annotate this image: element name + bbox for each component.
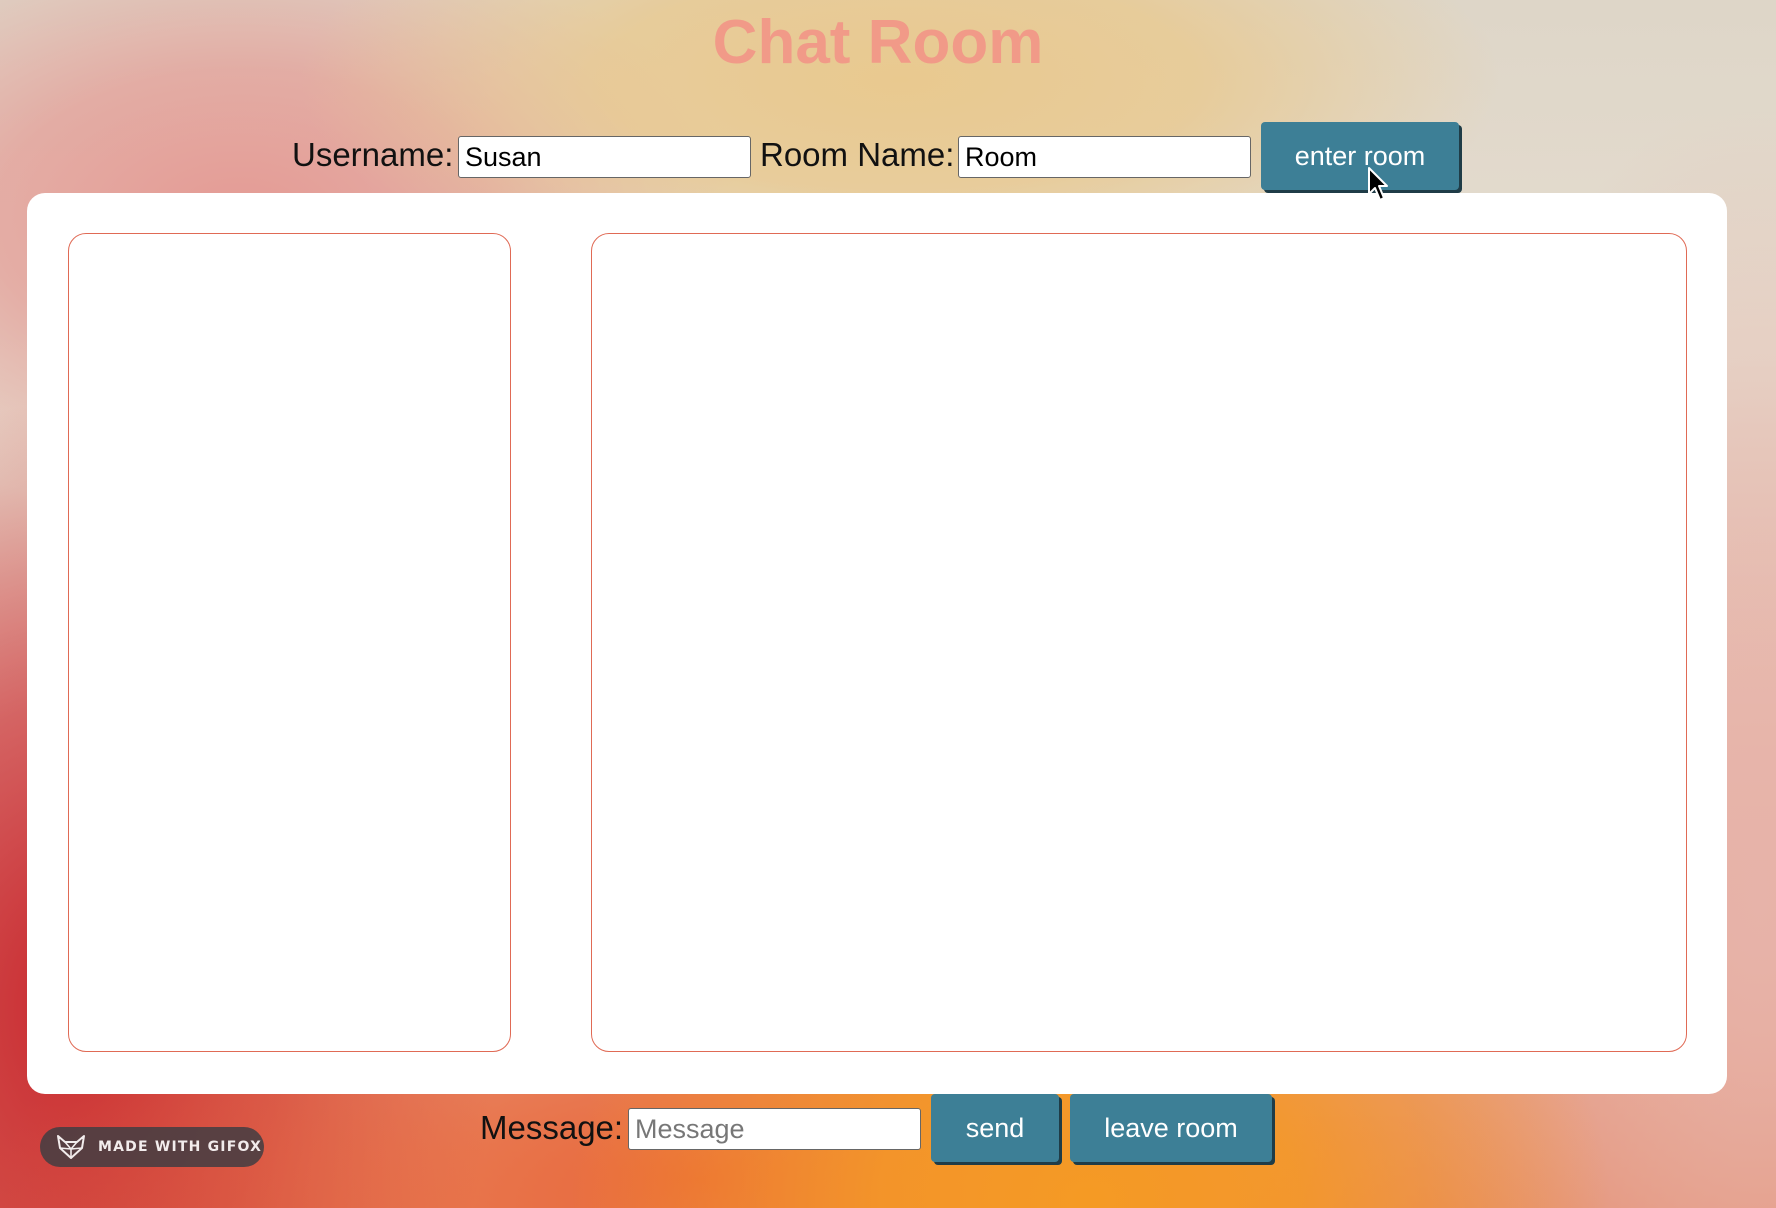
- mouse-cursor-icon: [1368, 167, 1388, 201]
- fox-logo-icon: [57, 1135, 85, 1159]
- enter-room-button[interactable]: enter room: [1261, 122, 1459, 190]
- room-name-label: Room Name:: [760, 136, 955, 173]
- leave-room-button[interactable]: leave room: [1070, 1094, 1272, 1162]
- room-name-input[interactable]: [958, 136, 1251, 178]
- made-with-gifox-badge[interactable]: MADE WITH GIFOX: [40, 1127, 264, 1167]
- messages-panel: [591, 233, 1687, 1052]
- login-form: Username: Room Name: enter room: [0, 122, 1756, 194]
- chat-card: [27, 193, 1727, 1094]
- user-list-panel: [68, 233, 511, 1052]
- message-composer: Message: send leave room: [0, 1094, 1776, 1168]
- username-input[interactable]: [458, 136, 751, 178]
- gifox-badge-text: MADE WITH GIFOX: [98, 1139, 263, 1155]
- message-input[interactable]: [628, 1108, 921, 1150]
- username-label: Username:: [292, 136, 454, 173]
- send-button[interactable]: send: [931, 1094, 1059, 1162]
- message-label: Message:: [480, 1109, 624, 1146]
- page-title: Chat Room: [712, 8, 1044, 77]
